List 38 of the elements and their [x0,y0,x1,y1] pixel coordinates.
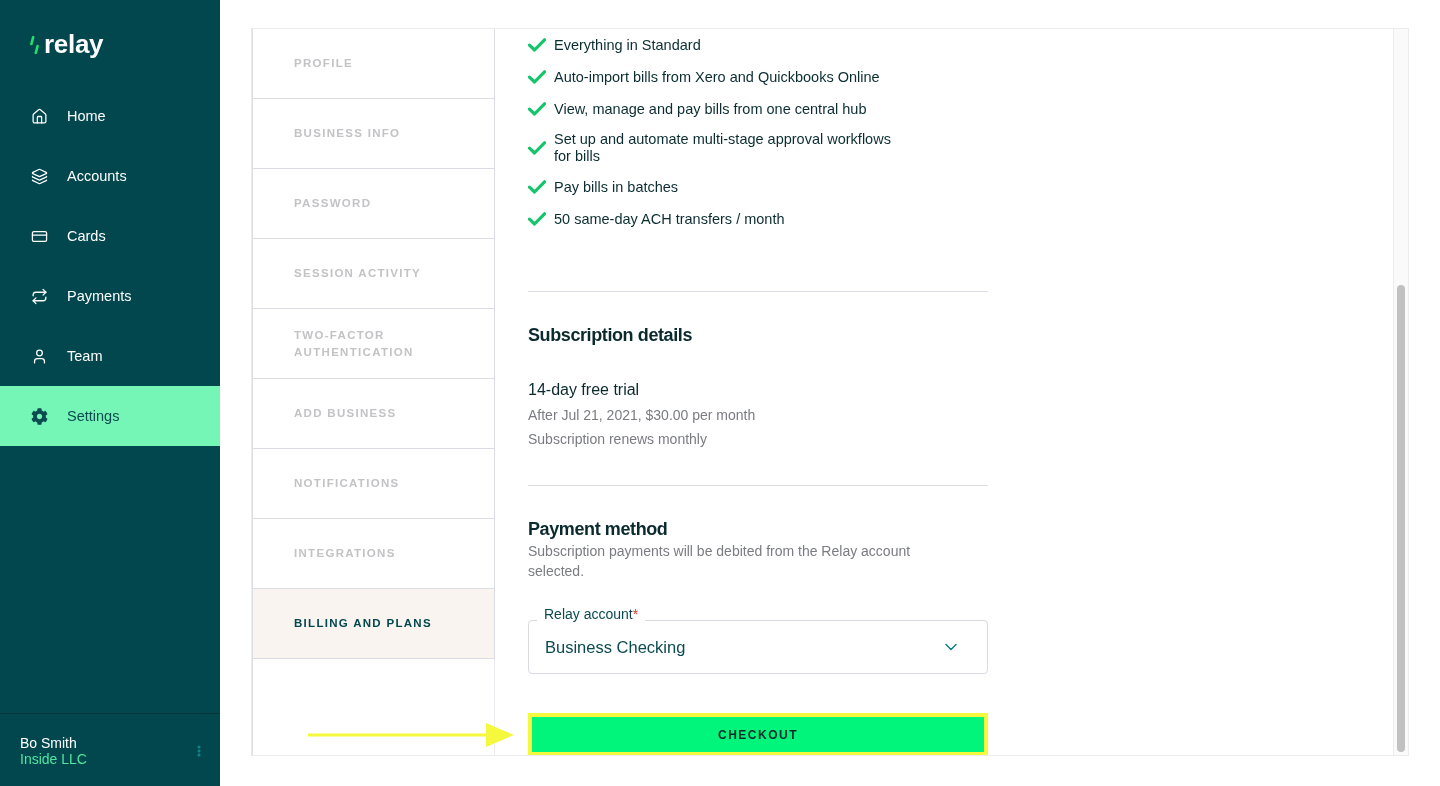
check-icon [528,70,546,84]
checkout-button[interactable]: CHECKOUT [528,713,988,755]
company-name: Inside LLC [20,751,87,767]
repeat-arrows-icon [31,287,48,305]
trial-text: 14-day free trial [528,380,641,400]
check-icon [528,141,546,155]
logo-text: relay [44,29,104,59]
nav-item[interactable]: Home [0,86,220,146]
check-icon [528,102,546,116]
arrow-icon [308,722,514,748]
nav-item[interactable]: Accounts [0,146,220,206]
subscription-detail-text: Subscription renews monthly [528,430,708,449]
feature-text: 50 same-day ACH transfers / month [554,210,785,228]
lightning-icon [30,36,39,54]
field-label: Relay account* [537,606,646,622]
feature-text: Set up and automate multi-stage approval workflows for bills [554,131,892,165]
scrollbar-thumb[interactable] [1397,285,1405,752]
section-heading: Payment method [528,518,669,540]
user-name: Bo Smith [20,735,78,751]
feature-text: Everything in Standard [554,36,701,54]
subscription-detail-text: After Jul 21, 2021, $30.00 per month [528,406,757,425]
person-icon [31,347,48,365]
check-icon [528,180,546,194]
nav-item[interactable]: Team [0,326,220,386]
section-heading: Subscription details [528,324,694,346]
feature-text: View, manage and pay bills from one central hub [554,100,867,118]
nav-item[interactable]: Cards [0,206,220,266]
check-icon [528,212,546,226]
nav-item[interactable]: Payments [0,266,220,326]
feature-text: Auto-import bills from Xero and Quickbooks Online [554,68,880,86]
home-icon [31,107,48,125]
check-icon [528,38,546,52]
layers-icon [31,167,48,185]
settings-tab[interactable]: BILLING AND PLANS [253,589,495,659]
nav-item[interactable]: Settings [0,386,220,446]
payment-description: Subscription payments will be debited from the Relay account selected. [528,542,912,581]
feature-text: Pay bills in batches [554,178,679,196]
settings-icon [31,407,48,425]
